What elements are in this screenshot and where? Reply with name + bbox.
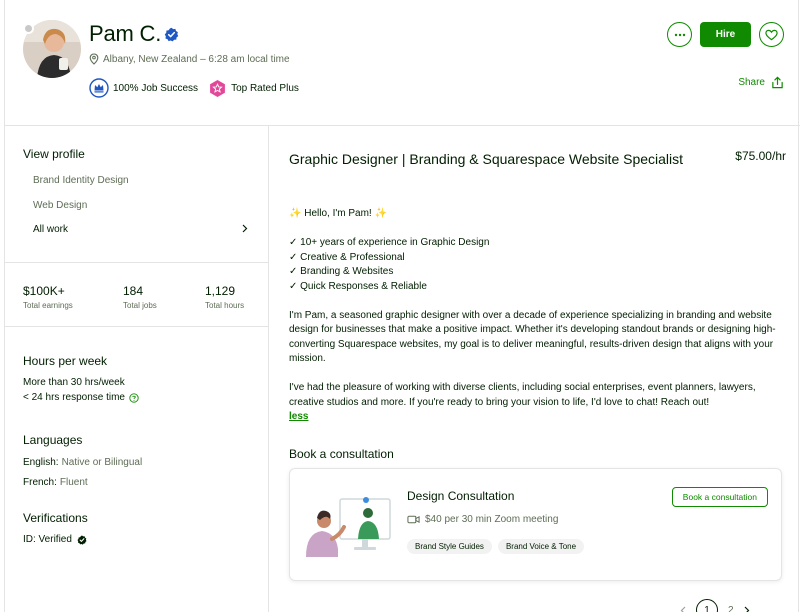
heart-icon	[765, 29, 778, 40]
job-title: Graphic Designer | Branding & Squarespac…	[289, 151, 684, 167]
profile-header: Pam C. Albany, New Zealand – 6:28 am loc…	[5, 0, 800, 126]
share-button[interactable]: Share	[738, 76, 784, 89]
bio-paragraph: I've had the pleasure of working with di…	[289, 382, 756, 408]
consultation-price-text: $40 per 30 min Zoom meeting	[425, 514, 559, 525]
location-text: Albany, New Zealand – 6:28 am local time	[103, 53, 290, 65]
job-success-badge[interactable]: 100% Job Success	[89, 78, 198, 98]
bio-bullet: ✓ Quick Responses & Reliable	[289, 280, 427, 292]
stat-label: Total earnings	[23, 301, 73, 310]
bio-paragraph: I'm Pam, a seasoned graphic designer wit…	[289, 309, 776, 365]
stat-total-jobs: 184 Total jobs	[123, 284, 205, 310]
language-english: English: Native or Bilingual	[23, 457, 142, 468]
location-pin-icon	[89, 53, 99, 65]
language-name: English:	[23, 457, 59, 468]
language-french: French: Fluent	[23, 477, 88, 488]
online-status-dot	[23, 23, 34, 34]
language-level: Fluent	[59, 477, 88, 488]
save-favorite-button[interactable]	[759, 22, 784, 47]
top-rated-text: Top Rated Plus	[231, 82, 299, 94]
consultation-illustration	[306, 497, 391, 557]
stat-total-earnings: $100K+ Total earnings	[23, 284, 123, 310]
languages-heading: Languages	[23, 433, 83, 447]
hours-per-week-heading: Hours per week	[23, 354, 108, 368]
top-rated-badge[interactable]: Top Rated Plus	[208, 79, 299, 98]
job-success-text: 100% Job Success	[113, 82, 199, 94]
freelancer-name: Pam C.	[89, 21, 162, 46]
profile-frame: Pam C. Albany, New Zealand – 6:28 am loc…	[4, 0, 800, 612]
sidebar-divider	[5, 262, 269, 263]
id-verified: ID: Verified	[23, 534, 87, 545]
all-work-link[interactable]: All work	[33, 224, 248, 235]
all-work-label: All work	[33, 224, 69, 235]
share-icon	[772, 76, 783, 89]
bio-bullet: ✓ 10+ years of experience in Graphic Des…	[289, 237, 490, 248]
chevron-left-icon[interactable]	[680, 606, 686, 612]
header-actions: Hire	[667, 22, 784, 47]
stats-row: $100K+ Total earnings 184 Total jobs 1,1…	[23, 284, 305, 310]
profile-link-brand-identity[interactable]: Brand Identity Design	[33, 175, 129, 186]
stat-label: Total jobs	[123, 301, 157, 310]
stat-value: 184	[123, 284, 144, 298]
response-time: < 24 hrs response time	[23, 392, 139, 403]
book-consultation-button[interactable]: Book a consultation	[671, 487, 768, 507]
availability-text: More than 30 hrs/week	[23, 377, 125, 388]
share-label: Share	[738, 77, 765, 88]
hire-button[interactable]: Hire	[700, 22, 751, 47]
profile-link-web-design[interactable]: Web Design	[33, 200, 87, 211]
response-time-text: < 24 hrs response time	[23, 392, 125, 403]
hourly-rate: $75.00/hr	[735, 149, 786, 163]
profile-overview: ✨ Hello, I'm Pam! ✨ ✓ 10+ years of exper…	[289, 207, 784, 425]
help-icon[interactable]	[129, 392, 139, 403]
pagination: 1 2	[680, 599, 750, 612]
consultation-card[interactable]: Design Consultation $40 per 30 min Zoom …	[289, 468, 782, 581]
show-less-link[interactable]: less	[289, 411, 308, 422]
ellipsis-icon	[674, 33, 685, 36]
consultation-title: Design Consultation	[407, 489, 515, 503]
id-verified-text: ID: Verified	[23, 534, 72, 545]
main-content: Graphic Designer | Branding & Squarespac…	[270, 126, 800, 612]
bio-bullet: ✓ Branding & Websites	[289, 266, 394, 277]
language-level: Native or Bilingual	[61, 457, 143, 468]
stat-value: $100K+	[23, 284, 65, 298]
sidebar-divider	[5, 326, 269, 327]
book-consultation-heading: Book a consultation	[289, 447, 394, 461]
consultation-tags: Brand Style Guides Brand Voice & Tone	[407, 539, 585, 554]
location: Albany, New Zealand – 6:28 am local time	[89, 53, 290, 65]
skill-tag[interactable]: Brand Style Guides	[407, 539, 492, 554]
page-current[interactable]: 1	[696, 599, 718, 612]
more-options-button[interactable]	[667, 22, 692, 47]
view-profile-heading: View profile	[23, 147, 85, 161]
crown-icon	[89, 78, 109, 98]
bio-bullet: ✓ Creative & Professional	[289, 251, 405, 263]
verified-check-icon	[77, 535, 87, 545]
badges-row: 100% Job Success Top Rated Plus	[89, 78, 299, 98]
avatar-wrap	[23, 20, 81, 78]
verified-badge-icon	[164, 27, 179, 42]
top-rated-icon	[210, 79, 225, 97]
chevron-right-icon	[242, 224, 248, 233]
skill-tag[interactable]: Brand Voice & Tone	[497, 539, 585, 554]
language-name: French:	[23, 477, 57, 488]
bio-greeting: ✨ Hello, I'm Pam! ✨	[289, 208, 387, 219]
video-camera-icon	[407, 515, 420, 524]
consultation-price: $40 per 30 min Zoom meeting	[407, 514, 558, 525]
verifications-heading: Verifications	[23, 511, 88, 525]
left-sidebar: View profile Brand Identity Design Web D…	[5, 126, 269, 612]
chevron-right-icon[interactable]	[744, 606, 750, 612]
page-next[interactable]: 2	[728, 605, 734, 612]
